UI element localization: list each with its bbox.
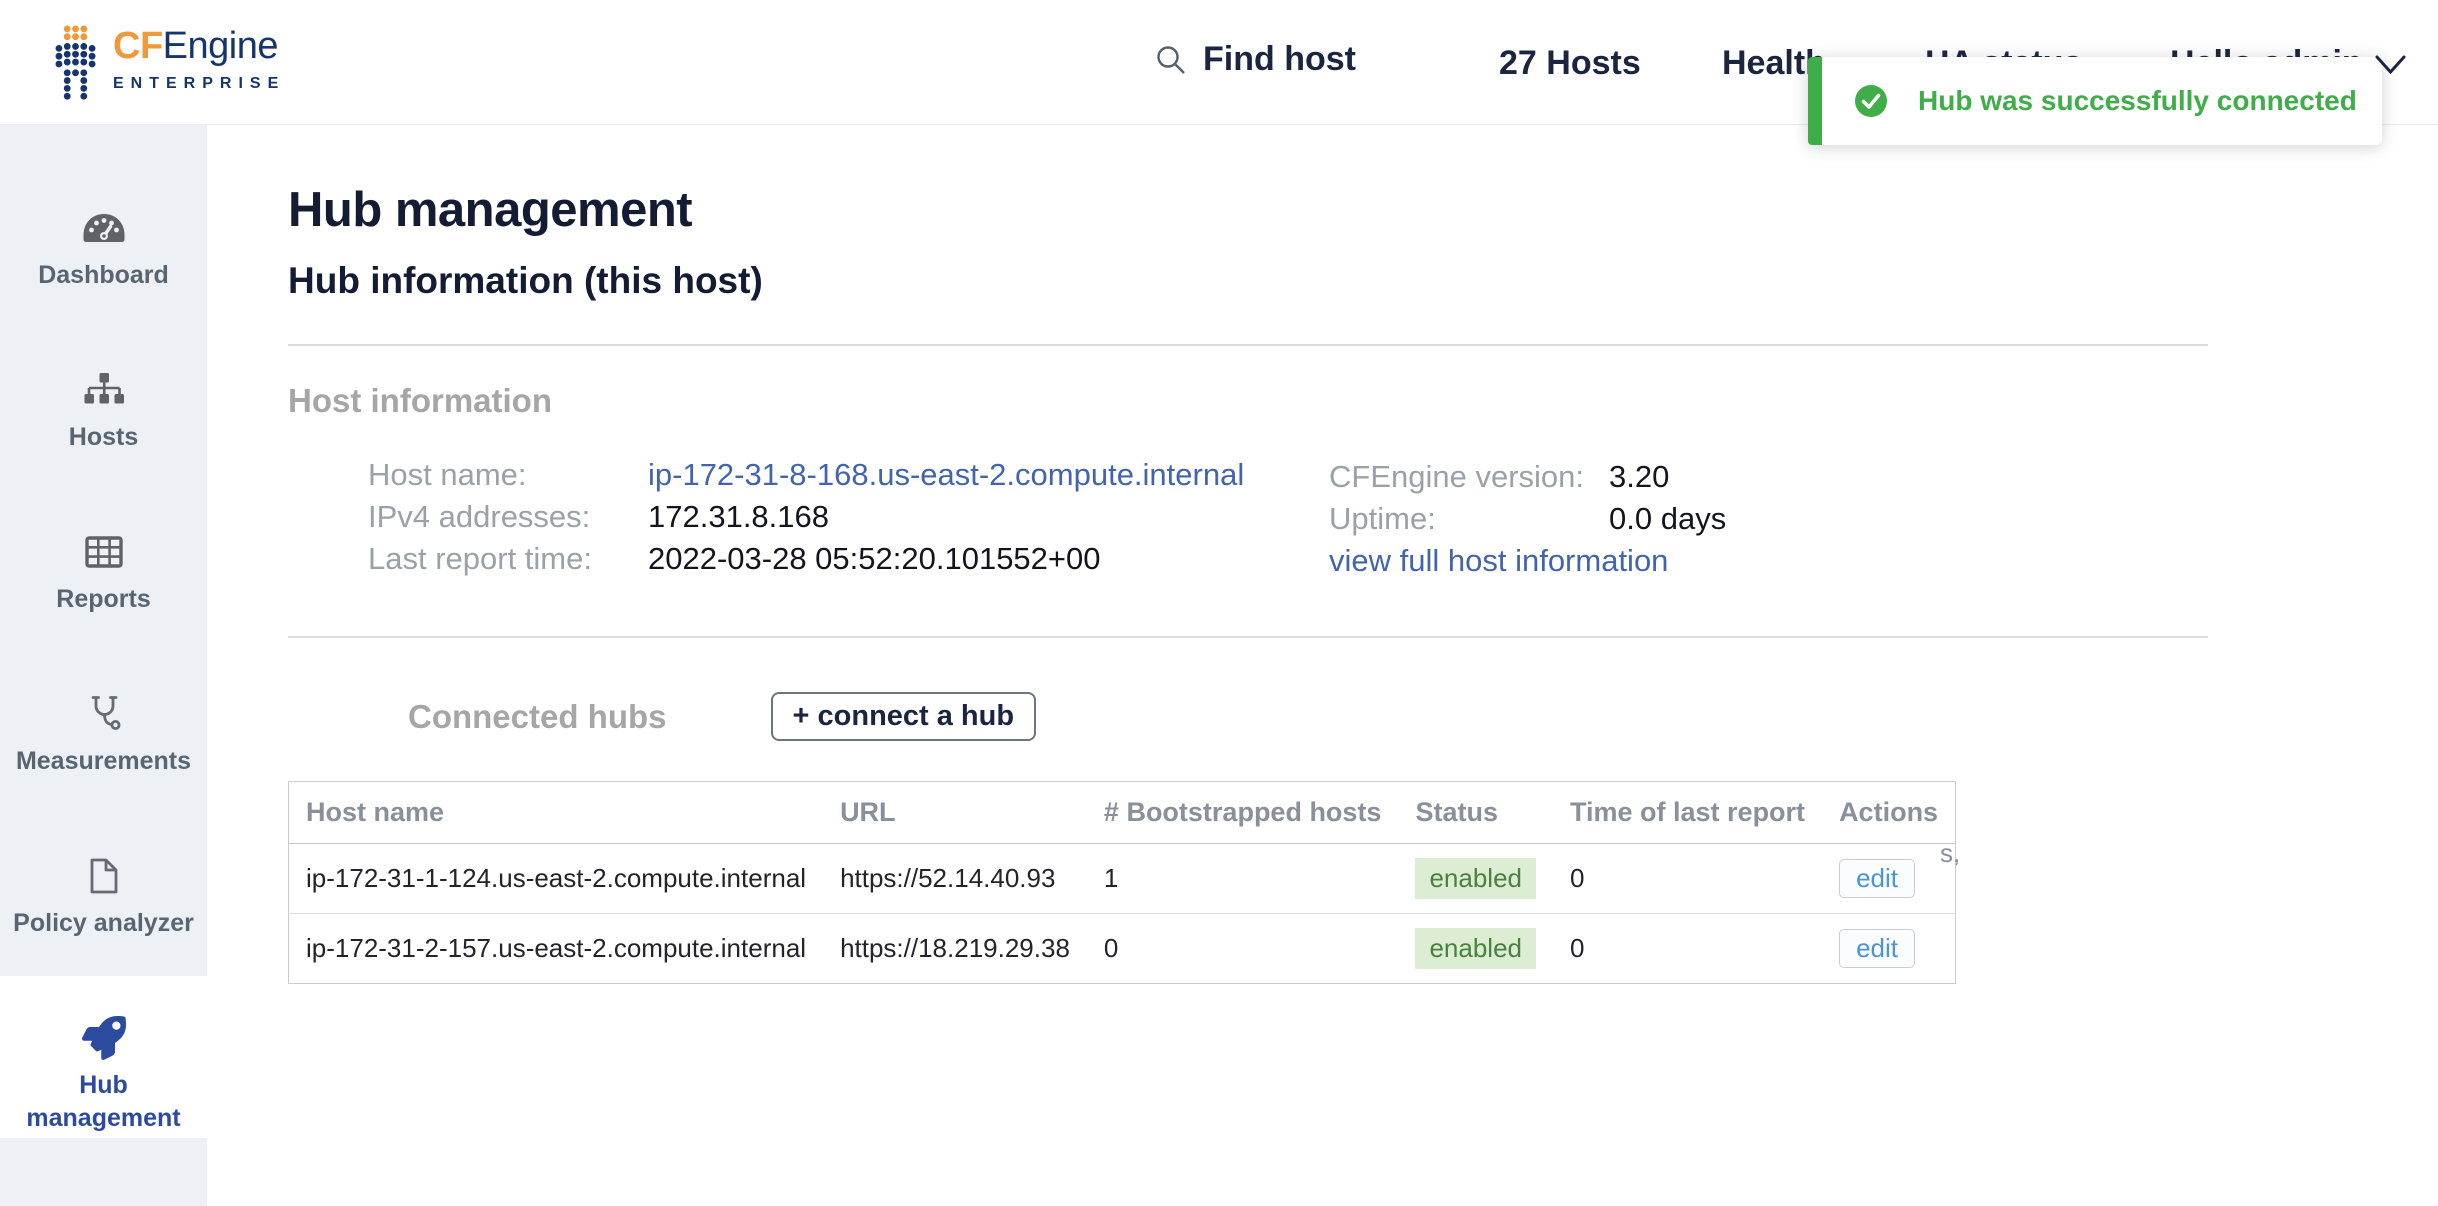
connected-hubs-section: Connected hubs + connect a hub Host name… [207, 692, 2438, 984]
edit-button[interactable]: edit [1839, 929, 1915, 968]
cell-bootstrapped: 1 [1087, 844, 1399, 914]
cell-host-name: ip-172-31-2-157.us-east-2.compute.intern… [289, 914, 824, 984]
view-full-host-information-link[interactable]: view full host information [1329, 543, 1668, 579]
cfengine-logo-text: CFEngine ENTERPRISE [113, 24, 285, 93]
cell-host-name: ip-172-31-1-124.us-east-2.compute.intern… [289, 844, 824, 914]
edit-button[interactable]: edit [1839, 859, 1915, 898]
host-information-heading: Host information [288, 346, 2438, 420]
status-badge: enabled [1415, 858, 1536, 899]
column-header-status: Status [1398, 782, 1553, 844]
info-value: 0.0 days [1609, 501, 1726, 537]
info-label: Last report time: [368, 541, 648, 577]
sidebar-item-hosts[interactable]: Hosts [0, 328, 207, 490]
sidebar-item-label: Hosts [67, 421, 140, 454]
info-row-version: CFEngine version: 3.20 [1329, 456, 1726, 498]
table-header-row: Host name URL # Bootstrapped hosts Statu… [289, 782, 1956, 844]
check-circle-icon [1854, 84, 1888, 118]
table-icon [85, 529, 123, 575]
page-title: Hub management [288, 180, 2438, 240]
sidebar-item-measurements[interactable]: Measurements [0, 652, 207, 814]
sidebar-item-label: Hub management [0, 1069, 207, 1134]
chevron-down-icon[interactable] [2374, 54, 2407, 76]
page: CFEngine ENTERPRISE Find host 27 Hosts H… [0, 0, 2438, 1206]
sidebar-item-label: Measurements [14, 745, 193, 778]
connect-a-hub-button[interactable]: + connect a hub [771, 692, 1037, 741]
info-label: IPv4 addresses: [368, 499, 648, 535]
toast-message: Hub was successfully connected [1918, 85, 2357, 117]
cell-actions: edit [1822, 914, 1956, 984]
info-row-full-info: view full host information [1329, 540, 1726, 582]
sidebar-item-label: Reports [54, 583, 152, 616]
brand-engine: Engine [163, 25, 278, 67]
sitemap-icon [84, 367, 124, 413]
info-label: Host name: [368, 457, 648, 493]
cell-bootstrapped: 0 [1087, 914, 1399, 984]
column-header-host-name: Host name [289, 782, 824, 844]
nav-hosts-count[interactable]: 27 Hosts [1499, 44, 1641, 83]
cfengine-logo[interactable]: CFEngine ENTERPRISE [55, 24, 285, 102]
cell-url: https://52.14.40.93 [823, 844, 1087, 914]
find-host-search[interactable]: Find host [1155, 40, 1356, 79]
host-information-right-rows: CFEngine version: 3.20 Uptime: 0.0 days … [1329, 456, 1726, 582]
stray-text-fragment: s, [1940, 838, 1960, 869]
column-header-actions: Actions [1822, 782, 1956, 844]
cell-actions: edit [1822, 844, 1956, 914]
cell-status: enabled [1398, 844, 1553, 914]
connected-hubs-table: Host name URL # Bootstrapped hosts Statu… [288, 781, 1956, 984]
gauge-icon [82, 205, 126, 251]
status-badge: enabled [1415, 928, 1536, 969]
brand-cf: CF [113, 25, 163, 67]
search-icon [1155, 44, 1187, 76]
cell-last-report: 0 [1553, 844, 1822, 914]
host-information-section: Host information Host name: ip-172-31-8-… [288, 346, 2438, 580]
divider [288, 636, 2208, 638]
main-content: Hub management Hub information (this hos… [207, 125, 2438, 1206]
info-value: 2022-03-28 05:52:20.101552+00 [648, 541, 1101, 577]
info-label: CFEngine version: [1329, 459, 1609, 495]
sidebar-item-label: Policy analyzer [11, 907, 196, 940]
table-row: ip-172-31-1-124.us-east-2.compute.intern… [289, 844, 1956, 914]
sidebar-item-dashboard[interactable]: Dashboard [0, 166, 207, 328]
connected-hubs-heading: Connected hubs [408, 698, 667, 736]
rocket-icon [82, 1015, 126, 1061]
info-value: 172.31.8.168 [648, 499, 829, 535]
cell-url: https://18.219.29.38 [823, 914, 1087, 984]
table-row: ip-172-31-2-157.us-east-2.compute.intern… [289, 914, 1956, 984]
column-header-last-report: Time of last report [1553, 782, 1822, 844]
sidebar-item-reports[interactable]: Reports [0, 490, 207, 652]
sidebar: Dashboard Hosts [0, 125, 207, 1206]
column-header-url: URL [823, 782, 1087, 844]
file-icon [88, 853, 120, 899]
sidebar-item-label: Dashboard [36, 259, 171, 292]
info-value: 3.20 [1609, 459, 1669, 495]
sidebar-item-policy-analyzer[interactable]: Policy analyzer [0, 814, 207, 976]
toast-accent-bar [1808, 57, 1822, 145]
stethoscope-icon [85, 691, 123, 737]
cell-status: enabled [1398, 914, 1553, 984]
cfengine-robot-icon [55, 24, 97, 102]
page-subtitle: Hub information (this host) [288, 258, 2438, 304]
column-header-bootstrapped: # Bootstrapped hosts [1087, 782, 1399, 844]
host-name-link[interactable]: ip-172-31-8-168.us-east-2.compute.intern… [648, 457, 1244, 493]
sidebar-item-hub-management[interactable]: Hub management [0, 976, 207, 1138]
find-host-label: Find host [1203, 40, 1356, 79]
toast-success[interactable]: Hub was successfully connected [1808, 57, 2382, 145]
info-row-uptime: Uptime: 0.0 days [1329, 498, 1726, 540]
info-label: Uptime: [1329, 501, 1609, 537]
cell-last-report: 0 [1553, 914, 1822, 984]
brand-enterprise: ENTERPRISE [113, 75, 285, 93]
